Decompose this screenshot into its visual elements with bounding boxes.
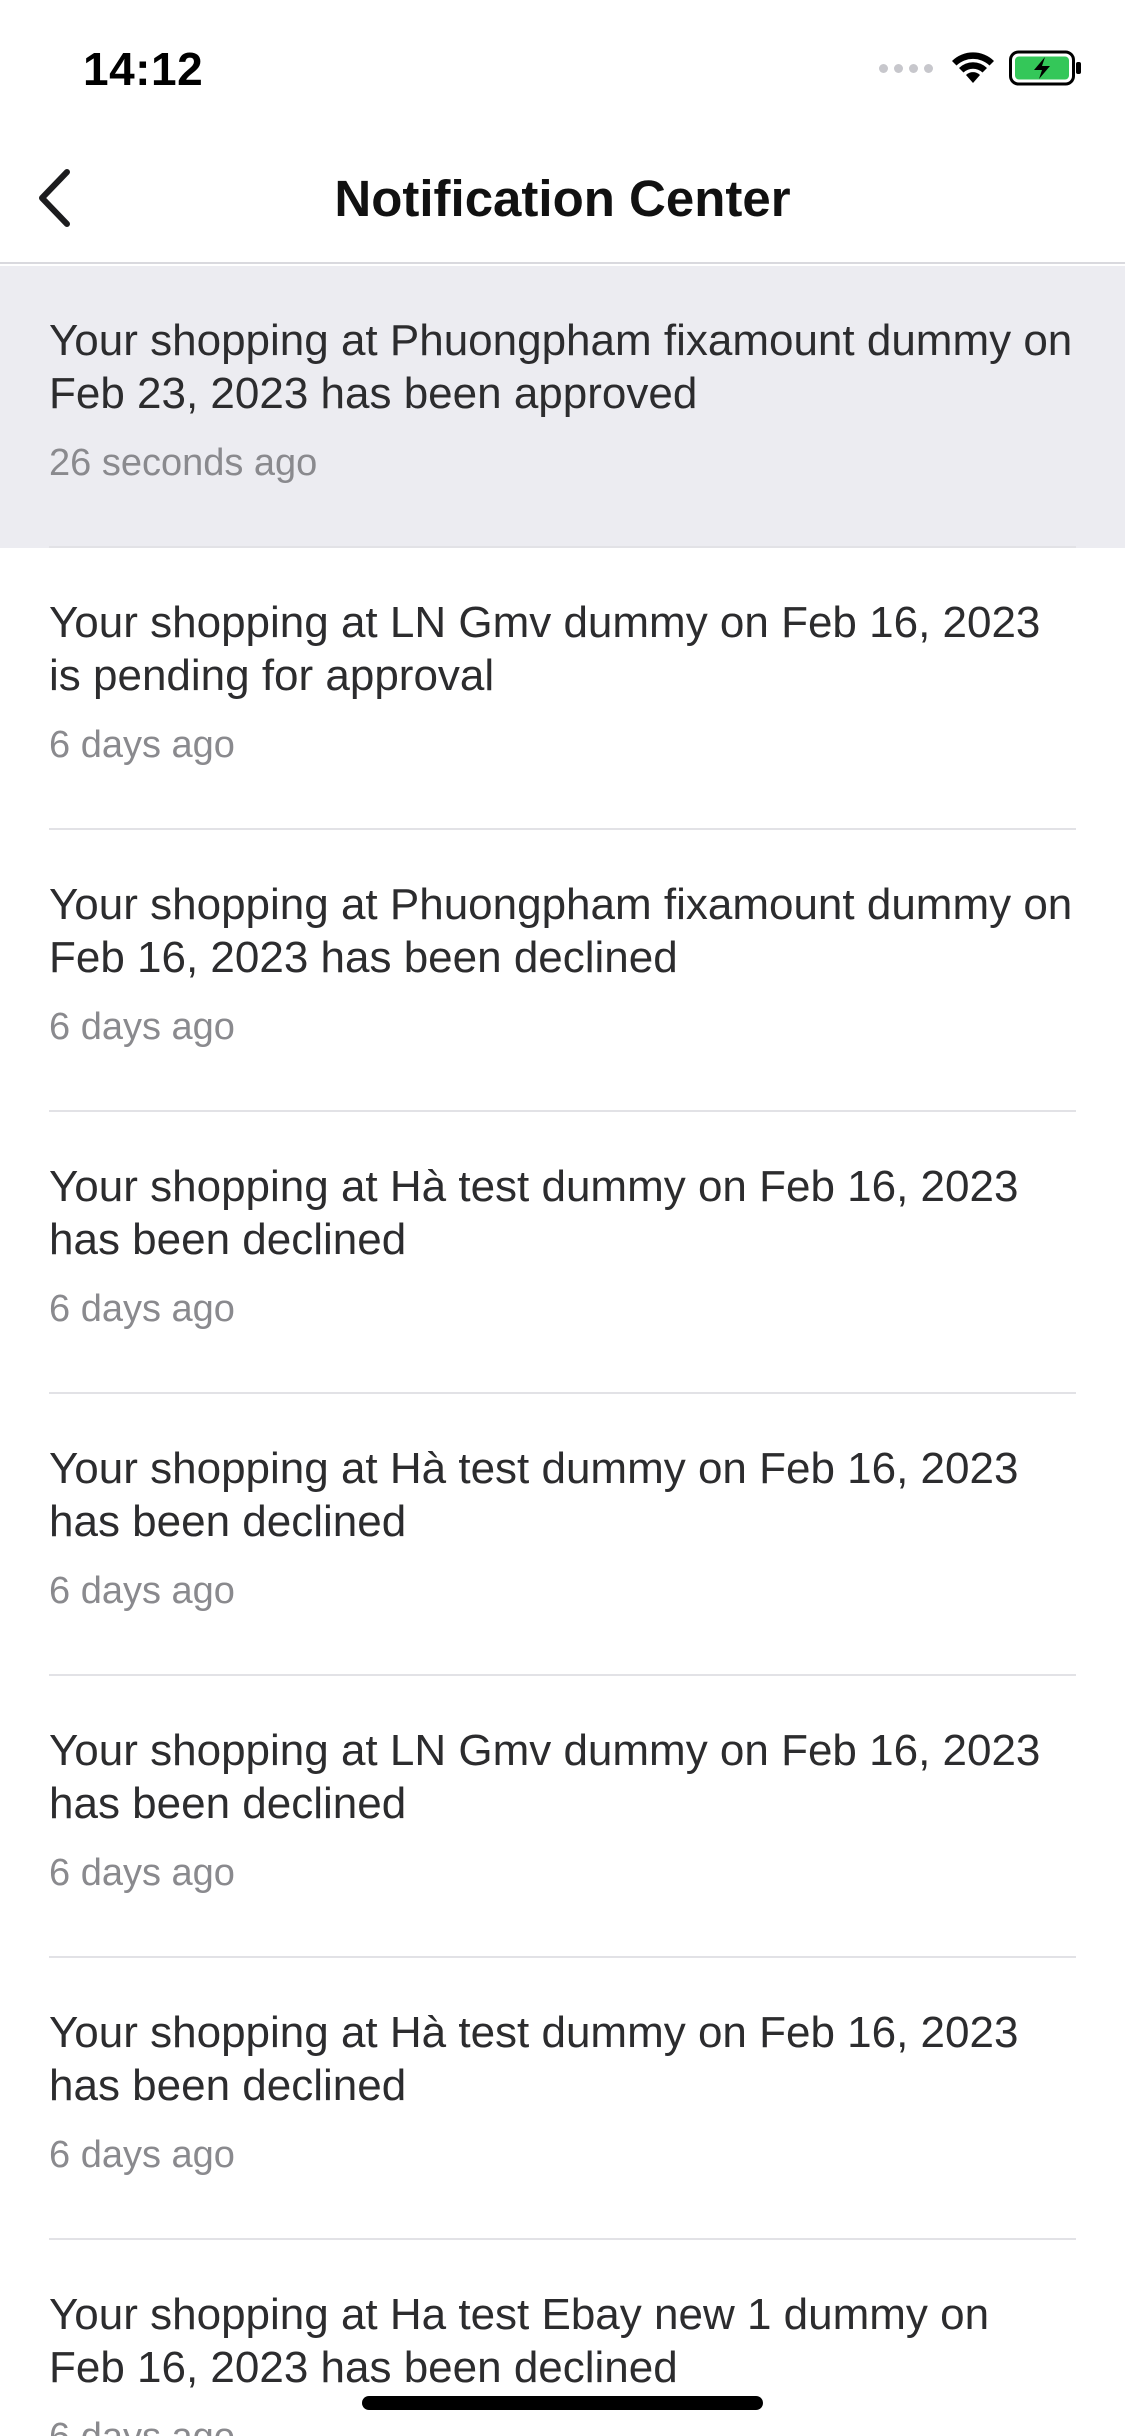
notification-message: Your shopping at LN Gmv dummy on Feb 16,… [49, 1726, 1041, 1828]
notification-timestamp: 6 days ago [49, 1288, 235, 1330]
chevron-left-icon [39, 169, 70, 227]
notification-timestamp: 6 days ago [49, 724, 235, 766]
notification-center-screen: 14:12 Notification Center Your shopping … [0, 0, 1125, 2436]
battery-charging-icon [1009, 50, 1081, 86]
status-icons [879, 48, 1083, 88]
notification-timestamp: 6 days ago [49, 2415, 1076, 2436]
notification-timestamp: 6 days ago [49, 2134, 235, 2176]
wifi-icon [952, 52, 994, 83]
notification-message: Your shopping at Phuongpham fixamount du… [49, 880, 1073, 982]
home-indicator[interactable] [362, 2396, 763, 2410]
notification-message: Your shopping at Hà test dummy on Feb 16… [49, 1444, 1019, 1546]
status-time: 14:12 [83, 43, 204, 95]
navigation-bar: Notification Center [0, 132, 1125, 264]
notification-message: Your shopping at LN Gmv dummy on Feb 16,… [49, 598, 1041, 700]
cellular-signal-icon [879, 63, 933, 73]
notification-message: Your shopping at Phuongpham fixamount du… [49, 316, 1073, 418]
notification-message: Your shopping at Ha test Ebay new 1 dumm… [49, 2290, 990, 2392]
notification-message: Your shopping at Hà test dummy on Feb 16… [49, 2008, 1019, 2110]
notification-item[interactable]: Your shopping at LN Gmv dummy on Feb 16,… [0, 1676, 1125, 1958]
notification-item[interactable]: Your shopping at Phuongpham fixamount du… [0, 830, 1125, 1112]
notification-timestamp: 6 days ago [49, 1006, 235, 1048]
notification-timestamp: 6 days ago [49, 1852, 235, 1894]
notification-item[interactable]: Your shopping at Hà test dummy on Feb 16… [0, 1958, 1125, 2240]
notification-timestamp: 6 days ago [49, 1570, 235, 1612]
page-title: Notification Center [334, 169, 791, 227]
status-bar: 14:12 [0, 0, 1125, 132]
notification-message: Your shopping at Hà test dummy on Feb 16… [49, 1162, 1019, 1264]
notification-timestamp: 26 seconds ago [49, 442, 318, 484]
back-button[interactable] [14, 158, 94, 238]
notification-item[interactable]: Your shopping at Hà test dummy on Feb 16… [0, 1394, 1125, 1676]
notification-item[interactable]: Your shopping at Phuongpham fixamount du… [0, 266, 1125, 548]
notification-item[interactable]: Your shopping at Hà test dummy on Feb 16… [0, 1112, 1125, 1394]
notification-list[interactable]: Your shopping at Phuongpham fixamount du… [0, 266, 1125, 2436]
notification-item[interactable]: Your shopping at LN Gmv dummy on Feb 16,… [0, 548, 1125, 830]
